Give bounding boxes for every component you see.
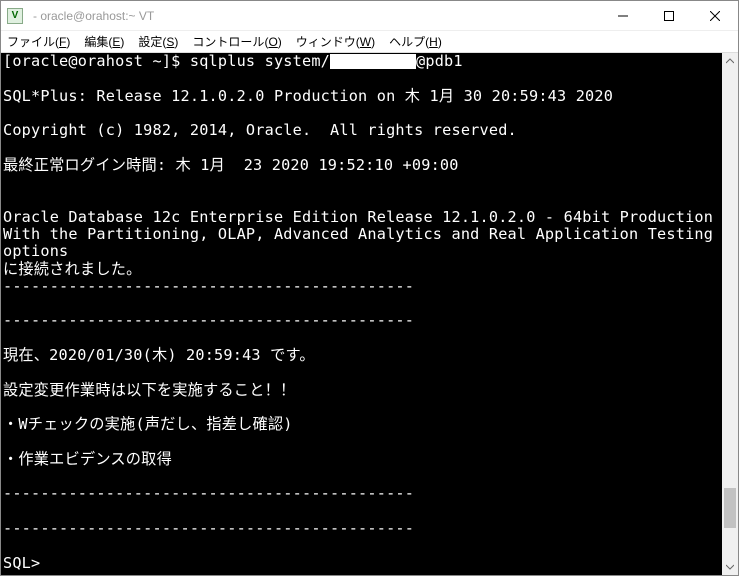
terminal-line: With the Partitioning, OLAP, Advanced An… [3,225,722,260]
window-title: - oracle@orahost:~ VT [29,9,600,23]
menu-file[interactable]: ファイル(F) [7,33,70,50]
scroll-thumb[interactable] [724,488,736,528]
close-icon [710,11,720,21]
terminal-line: 最終正常ログイン時間: 木 1月 23 2020 19:52:10 +09:00 [3,156,459,174]
terminal-line: ・作業エビデンスの取得 [3,450,172,468]
terminal-line: ----------------------------------------… [3,484,414,502]
terminal-line: SQL*Plus: Release 12.1.0.2.0 Production … [3,87,613,105]
chevron-up-icon [726,58,734,64]
terminal-line: ----------------------------------------… [3,277,414,295]
sql-prompt: SQL> [3,554,40,572]
close-button[interactable] [692,1,738,31]
terminal-area: [oracle@orahost ~]$ sqlplus system/@pdb1… [1,53,738,575]
maximize-icon [664,11,674,21]
minimize-icon [618,11,628,21]
minimize-button[interactable] [600,1,646,31]
prompt-line: [oracle@orahost ~]$ sqlplus system/@pdb1 [3,53,463,70]
terminal-line: 現在、2020/01/30(木) 20:59:43 です。 [3,346,315,364]
menu-edit[interactable]: 編集(E) [84,33,124,50]
scroll-up-button[interactable] [722,53,738,69]
titlebar: V - oracle@orahost:~ VT [1,1,738,31]
terminal-output[interactable]: [oracle@orahost ~]$ sqlplus system/@pdb1… [1,53,722,575]
chevron-down-icon [726,564,734,570]
scroll-down-button[interactable] [722,559,738,575]
menu-settings[interactable]: 設定(S) [138,33,178,50]
maximize-button[interactable] [646,1,692,31]
terminal-line: ----------------------------------------… [3,519,414,537]
menu-control[interactable]: コントロール(O) [192,33,281,50]
password-redacted [330,54,416,69]
menu-help[interactable]: ヘルプ(H) [389,33,442,50]
menu-window[interactable]: ウィンドウ(W) [296,33,375,50]
terminal-line: に接続されました。 [3,260,142,278]
app-icon: V [7,8,23,24]
terminal-line: 設定変更作業時は以下を実施すること！！ [3,381,295,399]
terminal-line: Copyright (c) 1982, 2014, Oracle. All ri… [3,121,517,139]
menubar: ファイル(F) 編集(E) 設定(S) コントロール(O) ウィンドウ(W) ヘ… [1,31,738,53]
terminal-line: ・Wチェックの実施(声だし、指差し確認) [3,415,293,433]
terminal-line: Oracle Database 12c Enterprise Edition R… [3,208,713,226]
terminal-line: ----------------------------------------… [3,311,414,329]
scrollbar[interactable] [722,53,738,575]
